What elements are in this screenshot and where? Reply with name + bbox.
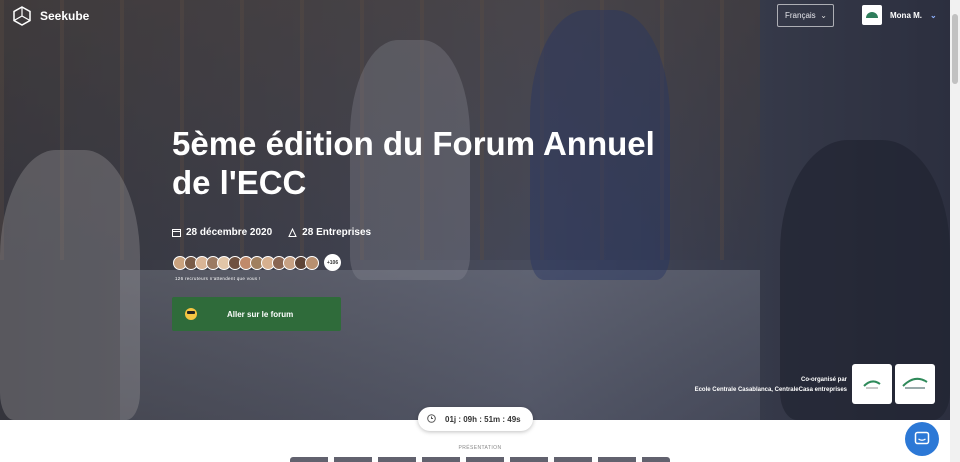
- clock-icon: [427, 413, 436, 425]
- co-organizers-label: Co-organisé par: [800, 377, 847, 383]
- event-date-text: 28 décembre 2020: [186, 227, 273, 238]
- event-companies: 28 Entreprises: [288, 227, 371, 238]
- co-organizers-names: Ecole Centrale Casablanca, CentraleCasa …: [694, 387, 847, 393]
- event-date: 28 décembre 2020: [172, 227, 272, 238]
- countdown-text: 01j : 09h : 51m : 49s: [445, 414, 521, 424]
- avatar: [305, 255, 319, 270]
- avatar: [862, 5, 882, 25]
- section-label: PRÉSENTATION: [458, 445, 502, 451]
- user-name: Mona M.: [890, 10, 922, 20]
- event-title: 5ème édition du Forum Annuel de l'ECC: [172, 124, 772, 202]
- scrollbar-thumb[interactable]: [952, 14, 958, 84]
- go-to-forum-label: Aller sur le forum: [227, 309, 294, 319]
- partner-logo-centralecasa[interactable]: [895, 364, 935, 404]
- centralecasa-logo-icon: [902, 377, 928, 389]
- event-companies-text: 28 Entreprises: [302, 227, 372, 238]
- section-heading-peek: [290, 457, 670, 462]
- ecc-logo-icon: [863, 380, 881, 389]
- brand-logo[interactable]: Seekube: [12, 6, 89, 26]
- event-title-line-2: de l'ECC: [172, 164, 307, 201]
- hero-banner: Seekube Français ⌄ Mona M. ⌄ 5ème éditio…: [0, 0, 960, 420]
- top-navigation: Seekube Français ⌄ Mona M. ⌄: [0, 0, 960, 32]
- calendar-icon: [172, 229, 181, 237]
- chevron-down-icon: ⌄: [820, 11, 827, 20]
- seekube-logo-icon: [13, 6, 31, 26]
- scrollbar[interactable]: [950, 0, 960, 462]
- recruiters-text: 126 recruteurs n'attendent que vous !: [175, 276, 261, 281]
- language-value: Français: [785, 11, 816, 20]
- chat-button[interactable]: [905, 422, 939, 456]
- countdown-timer: 01j : 09h : 51m : 49s: [418, 407, 533, 431]
- user-menu[interactable]: Mona M. ⌄: [862, 5, 937, 25]
- event-title-line-1: 5ème édition du Forum Annuel: [172, 125, 655, 162]
- go-to-forum-button[interactable]: Aller sur le forum: [172, 297, 341, 331]
- brand-name: Seekube: [40, 9, 90, 23]
- recruiter-avatars: +106: [173, 254, 341, 271]
- event-meta: 28 décembre 2020 28 Entreprises: [172, 227, 371, 238]
- avatar-more-count: +106: [324, 254, 341, 271]
- chat-icon: [914, 431, 930, 445]
- language-select[interactable]: Français ⌄: [777, 4, 834, 27]
- building-icon: [288, 228, 297, 237]
- sunglasses-emoji-icon: [185, 308, 197, 320]
- chevron-down-icon: ⌄: [930, 10, 937, 20]
- partner-logo-ecc[interactable]: [852, 364, 892, 404]
- co-organizers: Co-organisé par Ecole Centrale Casablanc…: [695, 375, 847, 395]
- hero-overlay: [0, 0, 960, 420]
